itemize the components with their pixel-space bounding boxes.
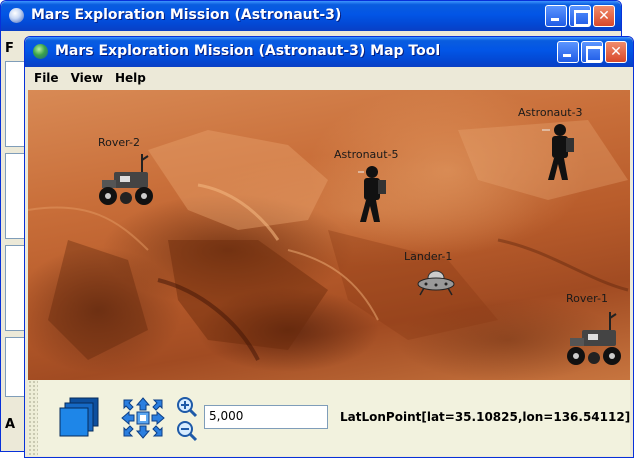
mars-map[interactable]: Rover-2 Astronaut-5 Astronaut-3 Lander-1…	[28, 90, 630, 380]
maximize-button[interactable]	[569, 5, 591, 27]
minimize-icon	[558, 42, 578, 62]
rover-icon	[99, 154, 153, 205]
back-panel	[5, 245, 25, 331]
rover-2-marker[interactable]: Rover-2	[88, 136, 168, 216]
zoom-scale-field[interactable]: 5,000	[204, 405, 328, 429]
coordinate-readout: LatLonPoint[lat=35.10825,lon=136.54112]	[340, 410, 631, 424]
astronaut-5-marker[interactable]: Astronaut-5	[334, 148, 414, 230]
menu-file[interactable]: File	[28, 71, 65, 85]
back-menu-file-letter[interactable]: F	[5, 41, 14, 56]
rover-icon	[567, 312, 621, 365]
rover-1-marker[interactable]: Rover-1	[550, 292, 630, 376]
map-toolbar: 5,000 LatLonPoint[lat=35.10825,lon=136.5…	[28, 380, 630, 456]
minimize-icon	[546, 6, 566, 26]
close-button[interactable]: ✕	[593, 5, 615, 27]
astronaut-3-label: Astronaut-3	[518, 106, 583, 119]
astronaut-icon	[542, 124, 574, 180]
close-icon: ✕	[610, 44, 622, 60]
astronaut-3-marker[interactable]: Astronaut-3	[514, 106, 604, 190]
globe-icon	[33, 44, 48, 59]
lander-1-marker[interactable]: Lander-1	[400, 250, 470, 302]
menu-view[interactable]: View	[65, 71, 109, 85]
zoom-out-icon[interactable]	[176, 420, 198, 442]
maximize-button[interactable]	[581, 41, 603, 63]
rover-2-label: Rover-2	[98, 136, 140, 149]
back-panel	[5, 153, 25, 239]
map-tool-titlebar[interactable]: Mars Exploration Mission (Astronaut-3) M…	[25, 37, 633, 67]
back-window-title: Mars Exploration Mission (Astronaut-3)	[31, 7, 342, 23]
menu-bar: File View Help	[28, 67, 630, 89]
map-tool-title: Mars Exploration Mission (Astronaut-3) M…	[55, 43, 441, 59]
pan-arrows-icon[interactable]	[120, 396, 166, 440]
close-button[interactable]: ✕	[605, 41, 627, 63]
layers-icon[interactable]	[56, 396, 102, 442]
minimize-button[interactable]	[545, 5, 567, 27]
close-icon: ✕	[598, 8, 610, 24]
zoom-in-icon[interactable]	[176, 396, 198, 418]
back-panel	[5, 337, 25, 397]
map-tool-window: Mars Exploration Mission (Astronaut-3) M…	[24, 36, 634, 458]
menu-help[interactable]: Help	[109, 71, 152, 85]
rover-1-label: Rover-1	[566, 292, 608, 305]
back-panel	[5, 61, 25, 147]
minimize-button[interactable]	[557, 41, 579, 63]
lander-1-label: Lander-1	[404, 250, 453, 263]
maximize-icon	[582, 42, 602, 62]
back-window-titlebar[interactable]: Mars Exploration Mission (Astronaut-3) ✕	[1, 1, 621, 31]
astronaut-5-label: Astronaut-5	[334, 148, 399, 161]
astronaut-icon	[358, 166, 386, 222]
maximize-icon	[570, 6, 590, 26]
back-side-label: A	[5, 417, 16, 432]
globe-icon	[9, 8, 24, 23]
lander-icon	[417, 270, 455, 296]
